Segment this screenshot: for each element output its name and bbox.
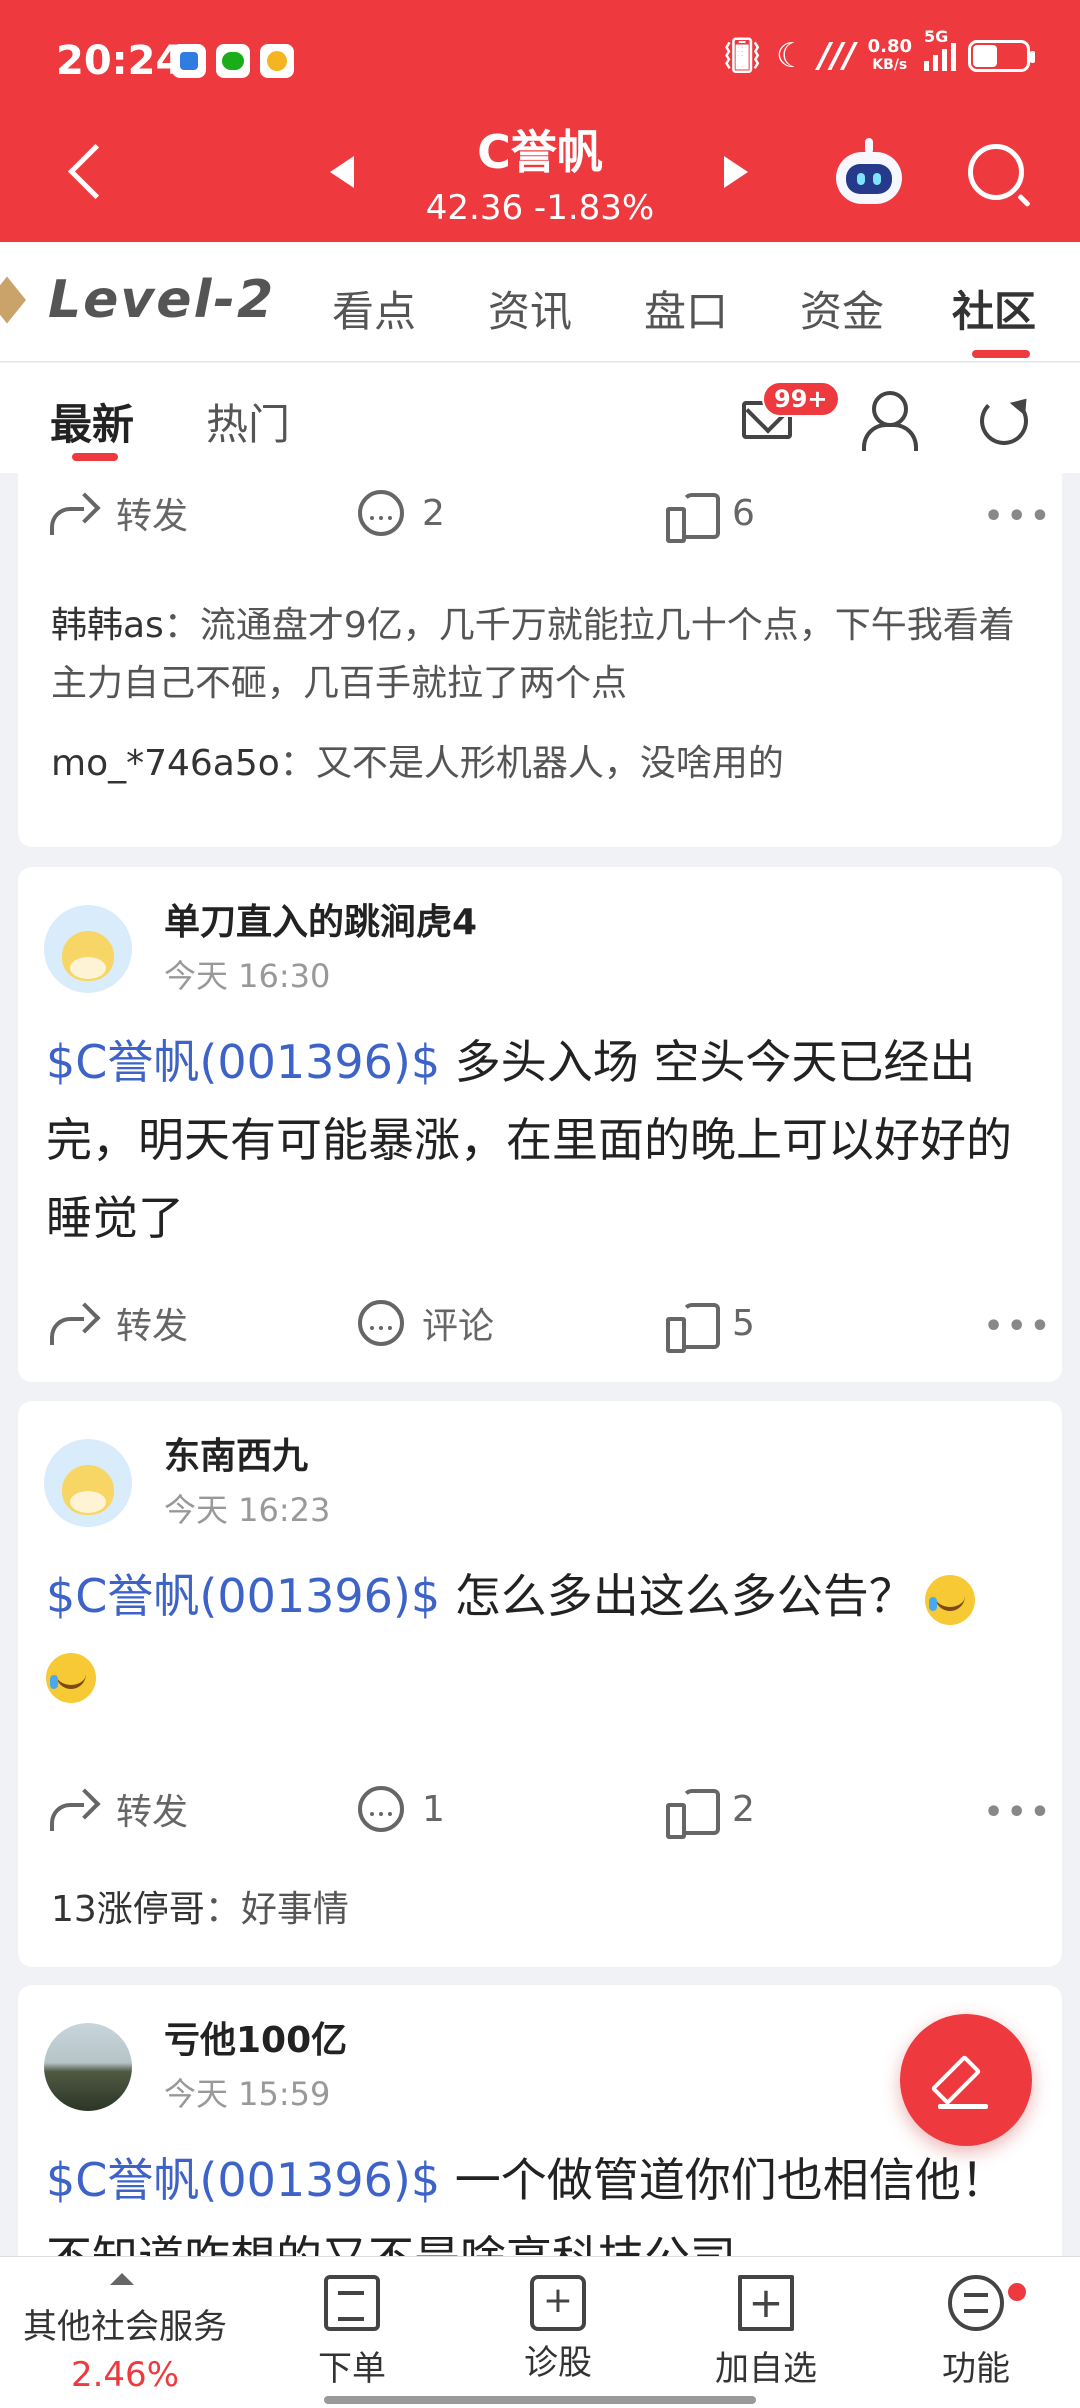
- robot-assistant-icon[interactable]: [832, 138, 906, 206]
- share-button[interactable]: 转发: [48, 1779, 188, 1839]
- stock-tag-link[interactable]: $C誉帆(001396)$: [46, 1035, 440, 1089]
- post-card[interactable]: 亏他100亿 今天 15:59 $C誉帆(001396)$ 一个做管道你们也相信…: [18, 1985, 1062, 2285]
- comment-icon: [358, 1786, 404, 1832]
- tab-orderbook[interactable]: 盘口: [644, 278, 728, 339]
- subtab-bar: 最新 热门 99+: [0, 363, 1080, 473]
- header: 20:24 📳︎ ☾ /// 0.80 KB/s 5G C誉帆 42.36 -1…: [0, 0, 1080, 242]
- post-actions: 转发 1 2 •••: [18, 1779, 1062, 1839]
- more-icon[interactable]: •••: [984, 1795, 1054, 1830]
- thumbs-up-icon: [666, 1787, 720, 1839]
- nav-functions[interactable]: 功能: [896, 2275, 1056, 2390]
- post-time: 今天 15:59: [164, 2075, 331, 2113]
- share-button[interactable]: 转发: [48, 1293, 188, 1353]
- post-time: 今天 16:23: [164, 1491, 331, 1529]
- next-stock-button[interactable]: [724, 156, 748, 188]
- post-card: 转发 2 6 ••• 韩韩as：流通盘才9亿，几千万就能拉几十个点，下午我看着主…: [18, 473, 1062, 847]
- chevron-up-icon: [110, 2273, 134, 2285]
- home-indicator[interactable]: [324, 2396, 756, 2404]
- post-body[interactable]: $C誉帆(001396)$ 多头入场 空头今天已经出完，明天有可能暴涨，在里面的…: [46, 1023, 1046, 1257]
- tab-bar: Level-2 看点 资讯 盘口 资金 社区: [0, 242, 1080, 362]
- post-time: 今天 16:30: [164, 957, 331, 995]
- comment-button[interactable]: 2: [358, 483, 445, 543]
- comment-button[interactable]: 1: [358, 1779, 445, 1839]
- active-tab-indicator: [972, 350, 1030, 358]
- reply-item[interactable]: mo_*746a5o：又不是人形机器人，没啥用的: [51, 735, 1041, 793]
- stock-name: C誉帆: [477, 125, 603, 179]
- post-body[interactable]: $C誉帆(001396)$ 一个做管道你们也相信他！不知道咋想的又不是啥高科技公…: [46, 2141, 1046, 2261]
- tab-news[interactable]: 资讯: [488, 278, 572, 339]
- author-name[interactable]: 亏他100亿: [164, 2011, 347, 2063]
- wechat-icon: [216, 44, 250, 78]
- wifi-icon: ///: [818, 36, 856, 76]
- post-card[interactable]: 单刀直入的跳涧虎4 今天 16:30 $C誉帆(001396)$ 多头入场 空头…: [18, 867, 1062, 1382]
- more-icon[interactable]: •••: [984, 1309, 1054, 1344]
- like-button[interactable]: 5: [666, 1293, 755, 1353]
- avatar[interactable]: [44, 2023, 132, 2111]
- compose-post-button[interactable]: [900, 2014, 1032, 2146]
- author-name[interactable]: 单刀直入的跳涧虎4: [164, 893, 477, 945]
- diamond-icon: [0, 276, 26, 324]
- share-button[interactable]: 转发: [48, 483, 188, 543]
- crying-laugh-emoji-icon: [924, 1574, 975, 1625]
- stock-quote: 42.36 -1.83%: [425, 188, 655, 228]
- comment-icon: [358, 1300, 404, 1346]
- status-time: 20:24: [56, 38, 184, 84]
- author-name[interactable]: 东南西九: [164, 1427, 308, 1479]
- reply-item[interactable]: 韩韩as：流通盘才9亿，几千万就能拉几十个点，下午我看着主力自己不砸，几百手就拉…: [51, 597, 1041, 713]
- post-card[interactable]: 东南西九 今天 16:23 $C誉帆(001396)$ 怎么多出这么多公告？ 转…: [18, 1401, 1062, 1967]
- share-icon: [48, 1303, 98, 1345]
- app-notification-icon: [172, 44, 206, 78]
- reply-item[interactable]: 13涨停哥：好事情: [51, 1881, 1041, 1939]
- tab-funds[interactable]: 资金: [800, 278, 884, 339]
- avatar[interactable]: [44, 1439, 132, 1527]
- comment-icon: [358, 490, 404, 536]
- tab-kandian[interactable]: 看点: [332, 278, 416, 339]
- menu-icon: [948, 2275, 1004, 2331]
- search-icon[interactable]: [968, 144, 1024, 200]
- stock-tag-link[interactable]: $C誉帆(001396)$: [46, 2153, 440, 2207]
- tab-community[interactable]: 社区: [952, 278, 1036, 339]
- more-icon[interactable]: •••: [984, 499, 1054, 534]
- order-icon: [324, 2275, 380, 2331]
- like-button[interactable]: 2: [666, 1779, 755, 1839]
- subtab-latest[interactable]: 最新: [50, 391, 134, 452]
- nav-add-watchlist[interactable]: 加自选: [686, 2275, 846, 2390]
- status-bar: 20:24 📳︎ ☾ /// 0.80 KB/s 5G: [0, 0, 1080, 120]
- stock-tag-link[interactable]: $C誉帆(001396)$: [46, 1569, 440, 1623]
- share-icon: [48, 1789, 98, 1831]
- crying-laugh-emoji-icon: [46, 1652, 96, 1703]
- user-icon[interactable]: [862, 391, 918, 451]
- battery-icon: [968, 40, 1035, 72]
- avatar[interactable]: [44, 905, 132, 993]
- subtab-hot[interactable]: 热门: [206, 391, 290, 452]
- mail-badge: 99+: [762, 381, 840, 417]
- app-notification-icon: [260, 44, 294, 78]
- post-body[interactable]: $C誉帆(001396)$ 怎么多出这么多公告？: [46, 1557, 1046, 1713]
- nav-order[interactable]: 下单: [272, 2275, 432, 2390]
- status-app-icons: [172, 44, 294, 78]
- add-icon: [738, 2275, 794, 2331]
- other-sector-button[interactable]: 其他社会服务 2.46%: [0, 2257, 250, 2408]
- post-actions: 转发 评论 5 •••: [18, 1293, 1062, 1353]
- vibrate-icon: 📳︎: [720, 36, 764, 76]
- refresh-icon[interactable]: [980, 397, 1028, 445]
- status-right: 📳︎ ☾ /// 0.80 KB/s 5G: [720, 27, 1035, 76]
- tab-level2[interactable]: Level-2: [0, 270, 275, 330]
- nav-diagnose[interactable]: 诊股: [478, 2275, 638, 2384]
- diagnose-icon: [530, 2275, 586, 2331]
- active-subtab-indicator: [72, 453, 118, 461]
- net-speed: 0.80 KB/s: [867, 36, 912, 74]
- notification-dot: [1008, 2283, 1026, 2301]
- like-button[interactable]: 6: [666, 483, 755, 543]
- comment-button[interactable]: 评论: [358, 1293, 494, 1353]
- thumbs-up-icon: [666, 1301, 720, 1353]
- thumbs-up-icon: [666, 491, 720, 543]
- bottom-nav: 其他社会服务 2.46% 下单 诊股 加自选 功能: [0, 2256, 1080, 2408]
- share-icon: [48, 493, 98, 535]
- post-actions: 转发 2 6 •••: [18, 483, 1062, 543]
- moon-icon: ☾: [775, 36, 807, 76]
- network-type: 5G: [924, 27, 956, 71]
